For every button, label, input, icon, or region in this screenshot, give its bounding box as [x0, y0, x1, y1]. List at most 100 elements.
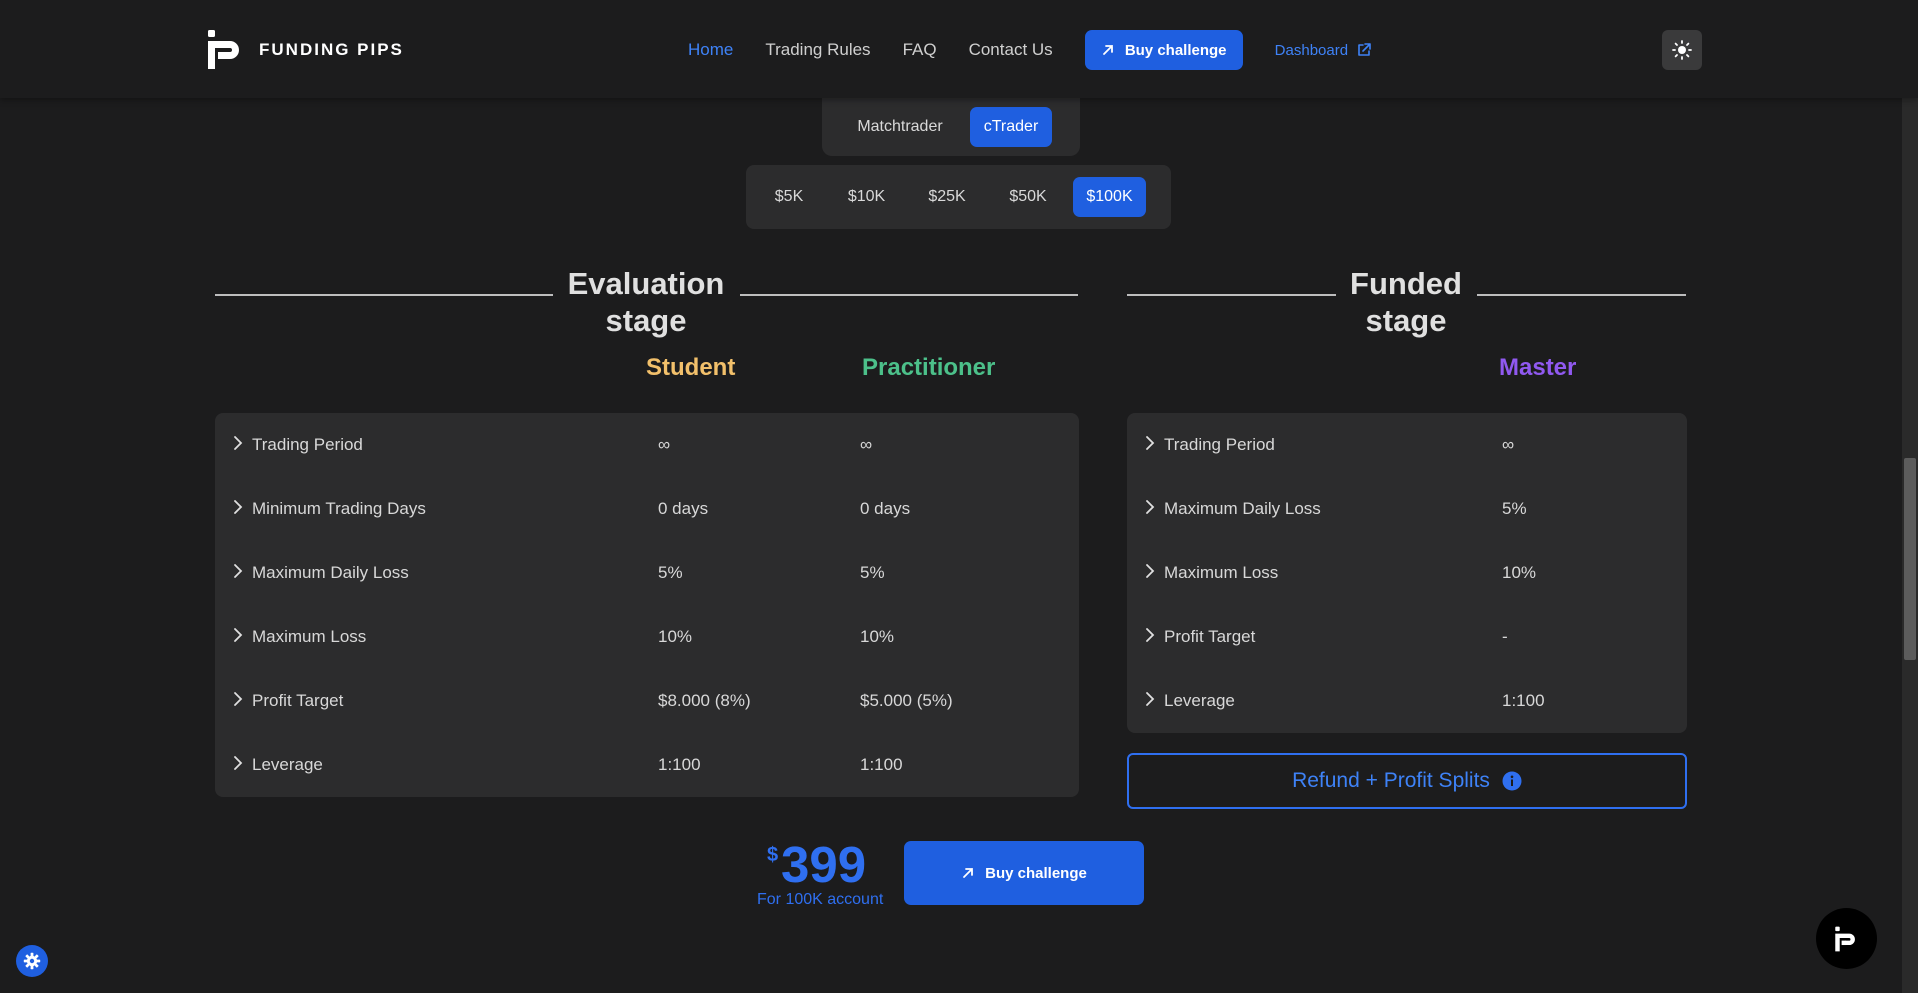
funding-pips-logo-icon: [1834, 926, 1855, 951]
chevron-right-icon[interactable]: [1145, 691, 1155, 707]
divider-line: [1127, 294, 1336, 296]
funding-pips-logo-icon: [206, 29, 247, 70]
rule-row[interactable]: Profit Target $8.000 (8%) $5.000 (5%): [215, 669, 1079, 733]
arrow-up-right-icon: [963, 868, 974, 878]
rule-label[interactable]: Maximum Daily Loss: [252, 563, 409, 583]
divider-line: [1477, 294, 1686, 296]
tier-practitioner: Practitioner: [862, 354, 996, 381]
chevron-right-icon[interactable]: [233, 627, 243, 643]
rule-row[interactable]: Maximum Daily Loss 5% 5%: [215, 541, 1079, 605]
rule-row[interactable]: Leverage 1:100: [1127, 669, 1687, 733]
external-link-icon: [1358, 43, 1371, 56]
rule-value-master: -: [1502, 627, 1508, 646]
nav-buy-challenge-label: Buy challenge: [1124, 41, 1227, 59]
rule-label[interactable]: Profit Target: [252, 691, 343, 711]
chevron-right-icon[interactable]: [233, 755, 243, 771]
account-size-toggle: $5K $10K $25K $50K $100K: [746, 165, 1171, 229]
nav-link-contact-us[interactable]: Contact Us: [969, 30, 1053, 70]
main-nav: Home Trading Rules FAQ Contact Us Buy ch…: [688, 30, 1372, 70]
price-currency: $: [767, 844, 779, 866]
rule-value-student: $8.000 (8%): [658, 691, 751, 710]
nav-link-home[interactable]: Home: [688, 30, 733, 70]
rule-value-student: ∞: [658, 435, 671, 454]
rule-value-master: 1:100: [1502, 691, 1545, 710]
rule-value-master: 5%: [1502, 499, 1527, 518]
chevron-right-icon[interactable]: [233, 499, 243, 515]
rule-row[interactable]: Trading Period ∞: [1127, 413, 1687, 477]
rule-value-practitioner: 0 days: [860, 499, 911, 518]
dashboard-label: Dashboard: [1274, 41, 1349, 59]
brand-name: FUNDING PIPS: [259, 39, 404, 59]
cookie-settings-button[interactable]: [16, 945, 48, 977]
rule-value-practitioner: $5.000 (5%): [860, 691, 953, 710]
rule-row[interactable]: Leverage 1:100 1:100: [215, 733, 1079, 797]
rule-row[interactable]: Maximum Loss 10% 10%: [215, 605, 1079, 669]
rule-row[interactable]: Maximum Daily Loss 5%: [1127, 477, 1687, 541]
rule-label[interactable]: Maximum Loss: [252, 627, 366, 647]
evaluation-rules-table: Trading Period ∞ ∞ Minimum Trading Days 0 da…: [215, 413, 1079, 797]
rule-label[interactable]: Minimum Trading Days: [252, 499, 426, 519]
platform-option-ctrader[interactable]: cTrader: [970, 107, 1052, 147]
chevron-right-icon[interactable]: [1145, 563, 1155, 579]
price-amount: 399: [781, 836, 867, 893]
funded-rules-table: Trading Period ∞ Maximum Daily Loss 5% Maxim…: [1127, 413, 1687, 733]
rule-row[interactable]: Maximum Loss 10%: [1127, 541, 1687, 605]
tier-master: Master: [1499, 354, 1577, 381]
rule-value-master: ∞: [1502, 435, 1515, 454]
gear-icon: [23, 952, 41, 970]
top-nav-bar: FUNDING PIPS Home Trading Rules FAQ Cont…: [0, 0, 1918, 98]
divider-line: [740, 294, 1078, 296]
evaluation-stage-title: Evaluation stage: [567, 266, 725, 338]
rule-value-student: 1:100: [658, 755, 701, 774]
nav-link-faq[interactable]: FAQ: [903, 30, 937, 70]
tier-student: Student: [646, 354, 736, 381]
rule-row[interactable]: Trading Period ∞ ∞: [215, 413, 1079, 477]
rule-label[interactable]: Trading Period: [1164, 435, 1275, 455]
rule-row[interactable]: Profit Target -: [1127, 605, 1687, 669]
divider-line: [215, 294, 553, 296]
chat-widget-button[interactable]: [1816, 908, 1877, 969]
rule-label[interactable]: Maximum Loss: [1164, 563, 1278, 583]
size-option-100k[interactable]: $100K: [1073, 177, 1146, 217]
rule-value-student: 5%: [658, 563, 683, 582]
refund-profit-splits-label: Refund + Profit Splits: [1292, 769, 1490, 792]
chevron-right-icon[interactable]: [233, 563, 243, 579]
dashboard-link[interactable]: Dashboard: [1275, 42, 1372, 59]
rule-value-practitioner: 1:100: [860, 755, 903, 774]
arrow-up-right-icon: [1102, 45, 1113, 55]
rule-value-student: 0 days: [658, 499, 709, 518]
buy-challenge-label: Buy challenge: [985, 864, 1087, 882]
rule-label[interactable]: Leverage: [1164, 691, 1235, 711]
nav-buy-challenge-button[interactable]: Buy challenge: [1084, 30, 1243, 70]
rule-row[interactable]: Minimum Trading Days 0 days 0 days: [215, 477, 1079, 541]
refund-profit-splits-button[interactable]: Refund + Profit Splits: [1127, 753, 1687, 809]
platform-toggle: Matchtrader cTrader: [822, 98, 1080, 156]
chevron-right-icon[interactable]: [1145, 435, 1155, 451]
theme-toggle-button[interactable]: [1662, 30, 1702, 70]
size-option-5k[interactable]: $5K: [756, 177, 822, 217]
chevron-right-icon[interactable]: [233, 435, 243, 451]
rule-label[interactable]: Maximum Daily Loss: [1164, 499, 1321, 519]
brand-logo[interactable]: FUNDING PIPS: [206, 29, 404, 70]
size-option-10k[interactable]: $10K: [831, 177, 902, 217]
sun-icon: [1672, 40, 1692, 60]
size-option-25k[interactable]: $25K: [911, 177, 983, 217]
chevron-right-icon[interactable]: [233, 691, 243, 707]
nav-link-trading-rules[interactable]: Trading Rules: [765, 30, 870, 70]
rule-value-student: 10%: [658, 627, 693, 646]
rule-value-practitioner: ∞: [860, 435, 873, 454]
price-subtitle: For 100K account: [757, 891, 884, 908]
chevron-right-icon[interactable]: [1145, 499, 1155, 515]
size-option-50k[interactable]: $50K: [992, 177, 1064, 217]
rule-value-practitioner: 5%: [860, 563, 885, 582]
rule-value-practitioner: 10%: [860, 627, 895, 646]
page-scrollbar-thumb[interactable]: [1904, 458, 1916, 660]
info-icon: [1502, 771, 1522, 791]
buy-challenge-button[interactable]: Buy challenge: [904, 841, 1144, 905]
rule-label[interactable]: Leverage: [252, 755, 323, 775]
funded-stage-title: Funded stage: [1350, 266, 1462, 338]
chevron-right-icon[interactable]: [1145, 627, 1155, 643]
rule-label[interactable]: Trading Period: [252, 435, 363, 455]
platform-option-matchtrader[interactable]: Matchtrader: [840, 107, 960, 147]
rule-label[interactable]: Profit Target: [1164, 627, 1255, 647]
